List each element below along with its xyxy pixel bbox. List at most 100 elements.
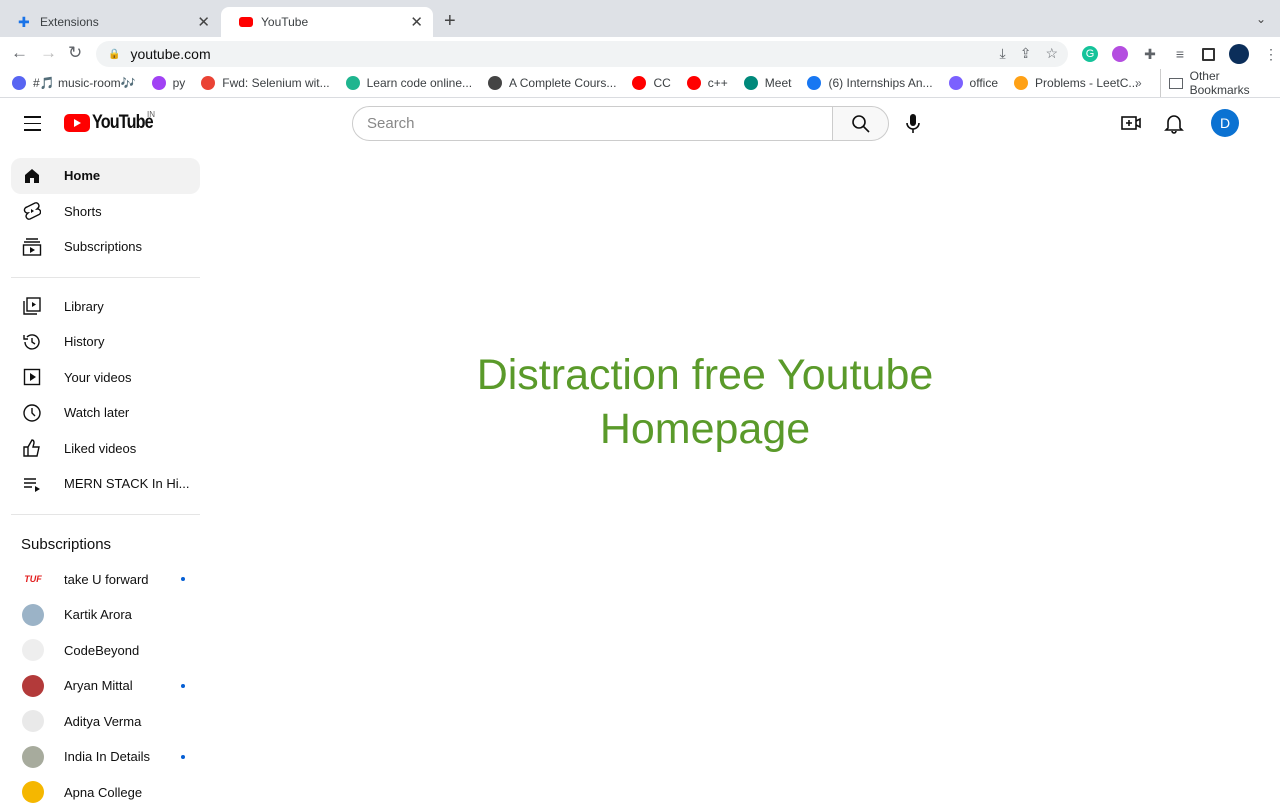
message-line-1: Distraction free Youtube — [405, 348, 1005, 402]
channel-avatar — [22, 710, 44, 732]
microphone-icon[interactable] — [904, 113, 922, 135]
install-icon[interactable]: ⤓ — [1000, 45, 1006, 62]
sidebar: Home Shorts Subscriptions Library History You… — [11, 158, 200, 810]
bookmark-favicon-icon — [488, 76, 502, 90]
subscription-item[interactable]: CodeBeyond — [11, 633, 200, 669]
close-tab-icon[interactable]: ✕ — [197, 13, 210, 31]
grammarly-icon[interactable]: G — [1082, 46, 1098, 62]
bookmark-item[interactable]: c++ — [687, 76, 728, 90]
channel-avatar: TUF — [24, 574, 42, 584]
bookmark-item[interactable]: Meet — [744, 76, 792, 90]
sidebar-item-label: MERN STACK In Hi... — [64, 476, 189, 491]
subscriptions-heading: Subscriptions — [11, 526, 200, 562]
subscriptions-icon — [22, 237, 42, 257]
profile-avatar[interactable] — [1229, 44, 1249, 64]
sidebar-item-shorts[interactable]: Shorts — [11, 194, 200, 230]
star-icon[interactable]: ☆ — [1045, 45, 1058, 62]
bookmark-item[interactable]: Learn code online... — [346, 76, 472, 90]
logo-text: YouTube — [92, 112, 153, 134]
subscription-item[interactable]: Aditya Verma — [11, 704, 200, 740]
subscription-item[interactable]: India In Details — [11, 739, 200, 775]
back-button[interactable]: ← — [11, 43, 28, 63]
sidebar-item-library[interactable]: Library — [11, 289, 200, 325]
forward-button[interactable]: → — [40, 43, 57, 63]
notifications-bell-icon[interactable] — [1163, 112, 1185, 134]
sidebar-item-mern-stack-in-hi[interactable]: MERN STACK In Hi... — [11, 466, 200, 502]
subscription-item[interactable]: Kartik Arora — [11, 597, 200, 633]
channel-name: Kartik Arora — [64, 607, 132, 622]
extension-icon[interactable] — [1112, 46, 1128, 62]
subscription-item[interactable]: Aryan Mittal — [11, 668, 200, 704]
country-code: IN — [147, 110, 155, 119]
reload-button[interactable]: ↻ — [68, 43, 82, 63]
history-icon — [22, 332, 42, 352]
other-bookmarks-label: Other Bookmarks — [1190, 69, 1280, 97]
new-content-dot — [181, 684, 185, 688]
search-button[interactable] — [832, 106, 889, 141]
distraction-free-message: Distraction free Youtube Homepage — [405, 348, 1005, 456]
bookmark-label: Problems - LeetC... — [1035, 76, 1138, 90]
side-panel-icon[interactable] — [1202, 48, 1215, 61]
youtube-logo[interactable]: YouTube IN — [64, 112, 163, 134]
close-tab-icon[interactable]: ✕ — [410, 13, 423, 31]
new-tab-button[interactable]: + — [444, 10, 456, 33]
other-bookmarks[interactable]: Other Bookmarks — [1160, 69, 1280, 97]
home-icon — [22, 166, 42, 186]
sidebar-item-subscriptions[interactable]: Subscriptions — [11, 229, 200, 265]
bookmark-item[interactable]: (6) Internships An... — [807, 76, 932, 90]
liked-icon — [22, 438, 42, 458]
bookmark-item[interactable]: #🎵 music-room🎶 — [12, 76, 136, 90]
bookmark-item[interactable]: office — [949, 76, 998, 90]
tab-extensions[interactable]: ✚ Extensions ✕ — [0, 7, 220, 37]
puzzle-icon[interactable]: ✚ — [1142, 46, 1158, 62]
sidebar-item-home[interactable]: Home — [11, 158, 200, 194]
bookmark-item[interactable]: Fwd: Selenium wit... — [201, 76, 329, 90]
bookmark-label: Meet — [765, 76, 792, 90]
tab-search-chevron-icon[interactable]: ⌄ — [1256, 12, 1266, 26]
sidebar-item-label: History — [64, 334, 104, 349]
create-video-icon[interactable] — [1120, 112, 1142, 134]
bookmark-label: #🎵 music-room🎶 — [33, 76, 136, 90]
subscription-item[interactable]: Apna College — [11, 775, 200, 810]
sidebar-item-liked-videos[interactable]: Liked videos — [11, 431, 200, 467]
omnibox[interactable]: 🔒 youtube.com ⤓⇪☆ — [96, 41, 1068, 67]
share-icon[interactable]: ⇪ — [1020, 45, 1032, 62]
search-input[interactable]: Search — [352, 106, 833, 141]
bookmark-item[interactable]: py — [152, 76, 186, 90]
tab-title: YouTube — [261, 15, 308, 29]
sidebar-item-your-videos[interactable]: Your videos — [11, 360, 200, 396]
bookmark-favicon-icon — [12, 76, 26, 90]
sidebar-item-label: Watch later — [64, 405, 129, 420]
channel-name: take U forward — [64, 572, 149, 587]
more-bookmarks-button[interactable]: » — [1135, 76, 1142, 90]
bookmark-label: Learn code online... — [367, 76, 472, 90]
message-line-2: Homepage — [405, 402, 1005, 456]
bookmark-item[interactable]: A Complete Cours... — [488, 76, 616, 90]
menu-icon[interactable] — [24, 116, 41, 136]
channel-avatar — [22, 746, 44, 768]
channel-name: CodeBeyond — [64, 643, 139, 658]
bookmark-label: (6) Internships An... — [828, 76, 932, 90]
bookmark-label: A Complete Cours... — [509, 76, 616, 90]
menu-icon[interactable]: ⋮ — [1263, 46, 1279, 62]
sidebar-item-label: Your videos — [64, 370, 131, 385]
bookmark-item[interactable]: CC — [632, 76, 670, 90]
account-avatar[interactable]: D — [1211, 109, 1239, 137]
bookmark-favicon-icon — [1014, 76, 1028, 90]
bookmark-item[interactable]: Problems - LeetC... — [1014, 76, 1138, 90]
bookmark-label: office — [970, 76, 998, 90]
channel-name: India In Details — [64, 749, 150, 764]
bookmark-favicon-icon — [807, 76, 821, 90]
channel-name: Apna College — [64, 785, 142, 800]
sidebar-item-label: Subscriptions — [64, 239, 142, 254]
subscription-item[interactable]: TUF take U forward — [11, 562, 200, 598]
sidebar-item-history[interactable]: History — [11, 324, 200, 360]
media-icon[interactable]: ≡ — [1172, 46, 1188, 62]
sidebar-item-label: Home — [64, 168, 100, 183]
new-content-dot — [181, 755, 185, 759]
sidebar-item-watch-later[interactable]: Watch later — [11, 395, 200, 431]
tab-youtube[interactable]: YouTube ✕ — [221, 7, 433, 37]
bookmark-label: CC — [653, 76, 670, 90]
bookmark-label: py — [173, 76, 186, 90]
youtube-header: YouTube IN Search D — [0, 98, 1280, 150]
